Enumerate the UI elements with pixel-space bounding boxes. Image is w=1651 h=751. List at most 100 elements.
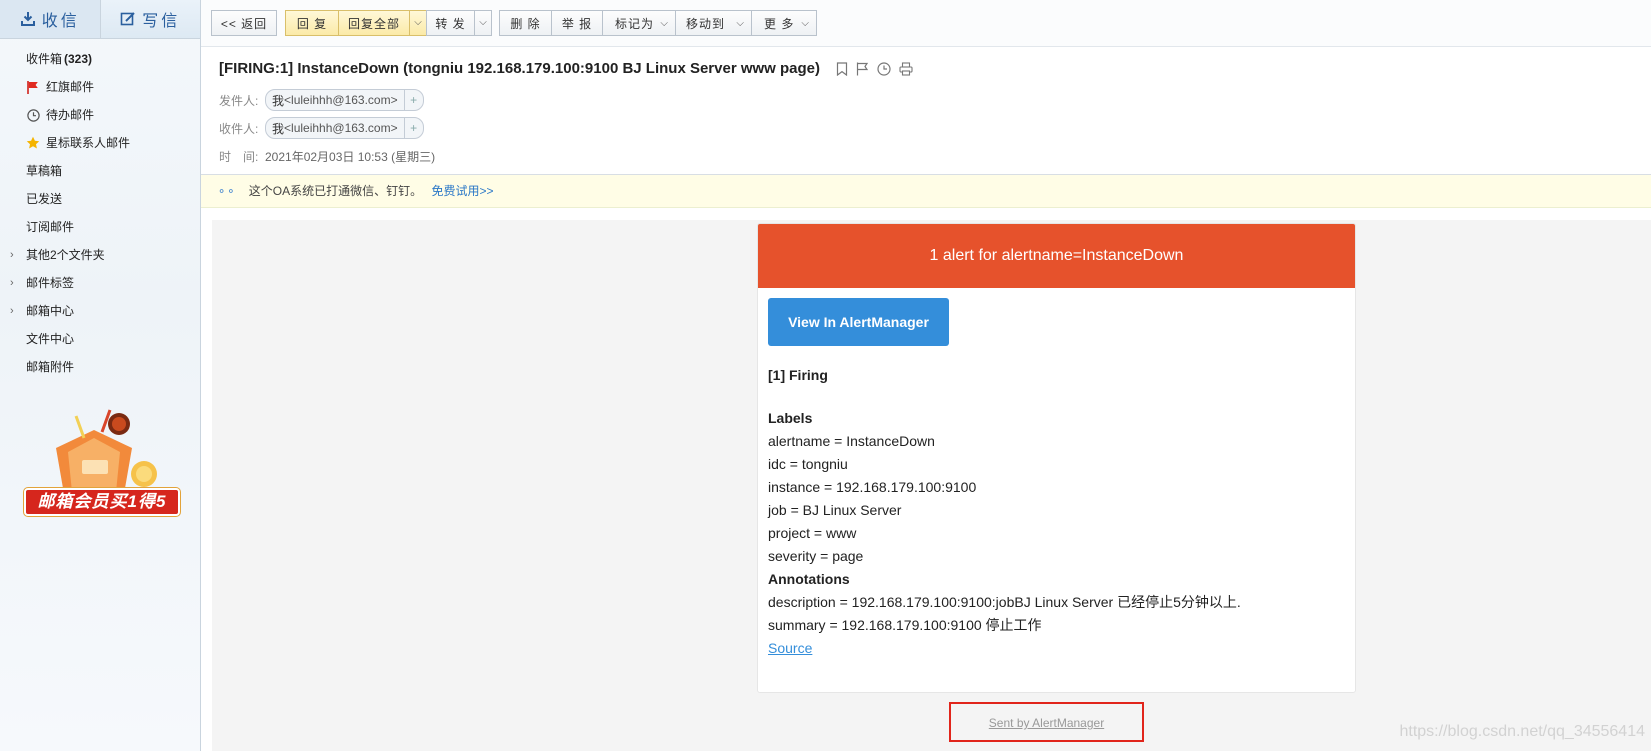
move-to-label: 移动到 xyxy=(686,17,726,31)
sidebar-item-starred-contacts[interactable]: 星标联系人邮件 xyxy=(0,129,200,157)
from-row: 发件人: 我 <luleihhh@163.com> + xyxy=(219,86,1651,114)
sidebar-item-label: 其他2个文件夹 xyxy=(26,248,105,262)
more-button[interactable]: 更 多 ⌵ xyxy=(751,10,817,36)
sidebar-item-sent[interactable]: 已发送 xyxy=(0,185,200,213)
sidebar: 收信 写信 收件箱 (323) 红旗邮件 待办邮件 星标联系人邮件 草稿箱 已发… xyxy=(0,0,201,751)
chevron-down-icon: ⌵ xyxy=(736,18,745,29)
sidebar-item-drafts[interactable]: 草稿箱 xyxy=(0,157,200,185)
chevron-down-icon: ⌵ xyxy=(801,18,810,29)
mark-as-button[interactable]: 标记为 ⌵ xyxy=(602,10,676,36)
subject-actions xyxy=(836,62,913,76)
labels-title: Labels xyxy=(768,410,813,426)
receive-mail-label: 收信 xyxy=(41,13,80,30)
inbox-download-icon xyxy=(20,12,35,26)
sidebar-item-flagged[interactable]: 红旗邮件 xyxy=(0,73,200,101)
mail-toolbar: << 返回 回 复 回复全部 ⌵ 转 发 ⌵ 删 除 举 报 标记为 ⌵ 移动到 ⌵… xyxy=(201,0,1651,47)
folder-list: 收件箱 (323) 红旗邮件 待办邮件 星标联系人邮件 草稿箱 已发送 订阅邮件… xyxy=(0,39,200,381)
sidebar-item-label: 邮件标签 xyxy=(26,276,75,290)
sidebar-item-label: 待办邮件 xyxy=(46,108,95,122)
sidebar-item-todo[interactable]: 待办邮件 xyxy=(0,101,200,129)
compose-mail-button[interactable]: 写信 xyxy=(101,0,201,38)
from-label: 发件人: xyxy=(219,93,259,108)
label-line: severity = page xyxy=(768,548,864,564)
sent-by-alertmanager-link[interactable]: Sent by AlertManager xyxy=(989,716,1104,730)
alert-body: View In AlertManager [1] Firing Labels a… xyxy=(758,288,1355,660)
more-label: 更 多 xyxy=(764,17,795,31)
annotation-line: description = 192.168.179.100:9100:jobBJ… xyxy=(768,594,1241,610)
sidebar-item-label: 星标联系人邮件 xyxy=(46,136,131,150)
label-line: job = BJ Linux Server xyxy=(768,502,902,518)
back-button[interactable]: << 返回 xyxy=(211,10,277,36)
chevron-right-icon[interactable]: › xyxy=(10,241,14,269)
sidebar-item-label: 订阅邮件 xyxy=(26,220,75,234)
alert-card: 1 alert for alertname=InstanceDown View … xyxy=(757,223,1356,693)
mail-subject-row: [FIRING:1] InstanceDown (tongniu 192.168… xyxy=(219,56,1651,82)
sidebar-top-tabs: 收信 写信 xyxy=(0,0,200,39)
clock-icon xyxy=(26,108,40,122)
sidebar-item-attachments[interactable]: 邮箱附件 xyxy=(0,353,200,381)
link-icon: ⚬⚬ xyxy=(217,186,236,198)
sidebar-item-file-center[interactable]: 文件中心 xyxy=(0,325,200,353)
add-contact-icon[interactable]: + xyxy=(403,118,423,138)
time-value: 2021年02月03日 10:53 (星期三) xyxy=(265,149,436,164)
gift-bag-illustration xyxy=(56,409,157,494)
vip-promo-banner[interactable]: 邮箱会员买1得5 xyxy=(24,408,180,520)
sidebar-item-inbox[interactable]: 收件箱 (323) xyxy=(0,45,200,73)
source-link[interactable]: Source xyxy=(768,640,812,656)
chevron-right-icon[interactable]: › xyxy=(10,269,14,297)
reply-all-button[interactable]: 回复全部 xyxy=(338,10,410,36)
sidebar-item-label: 草稿箱 xyxy=(26,164,63,178)
recipient-chip[interactable]: 我 <luleihhh@163.com> + xyxy=(265,117,424,139)
sidebar-item-label: 收件箱 xyxy=(26,52,63,66)
sidebar-item-label: 红旗邮件 xyxy=(46,80,95,94)
sidebar-item-label: 邮箱中心 xyxy=(26,304,75,318)
flag-icon[interactable] xyxy=(856,62,869,76)
annotations-title: Annotations xyxy=(768,571,850,587)
to-label: 收件人: xyxy=(219,121,259,136)
annotation-line: summary = 192.168.179.100:9100 停止工作 xyxy=(768,617,1042,633)
move-to-button[interactable]: 移动到 ⌵ xyxy=(675,10,752,36)
recipient-address: <luleihhh@163.com> xyxy=(284,121,398,135)
clock-reminder-icon[interactable] xyxy=(877,62,891,76)
delete-button[interactable]: 删 除 xyxy=(499,10,552,36)
print-icon[interactable] xyxy=(899,62,913,76)
report-button[interactable]: 举 报 xyxy=(551,10,603,36)
add-contact-icon[interactable]: + xyxy=(403,90,423,110)
free-trial-link[interactable]: 免费试用>> xyxy=(431,184,493,198)
mail-header: [FIRING:1] InstanceDown (tongniu 192.168… xyxy=(219,56,1651,170)
sender-chip[interactable]: 我 <luleihhh@163.com> + xyxy=(265,89,424,111)
star-icon xyxy=(26,136,40,150)
recipient-name: 我 xyxy=(272,121,285,136)
to-row: 收件人: 我 <luleihhh@163.com> + xyxy=(219,114,1651,142)
label-line: project = www xyxy=(768,525,857,541)
bookmark-icon[interactable] xyxy=(836,62,848,76)
chevron-down-icon: ⌵ xyxy=(479,17,487,28)
reply-all-dropdown[interactable]: ⌵ xyxy=(409,10,427,36)
chevron-down-icon: ⌵ xyxy=(660,18,669,29)
forward-button[interactable]: 转 发 xyxy=(426,10,475,36)
alert-header: 1 alert for alertname=InstanceDown xyxy=(758,224,1355,288)
sidebar-item-label: 已发送 xyxy=(26,192,63,206)
receive-mail-button[interactable]: 收信 xyxy=(0,0,101,38)
sidebar-item-label: 文件中心 xyxy=(26,332,75,346)
view-in-alertmanager-button[interactable]: View In AlertManager xyxy=(768,298,949,346)
oa-notice-bar: ⚬⚬ 这个OA系统已打通微信、钉钉。 免费试用>> xyxy=(201,174,1651,208)
sidebar-item-subscriptions[interactable]: 订阅邮件 xyxy=(0,213,200,241)
reply-button[interactable]: 回 复 xyxy=(285,10,339,36)
mark-as-label: 标记为 xyxy=(615,17,655,31)
red-flag-icon xyxy=(26,80,40,94)
sender-name: 我 xyxy=(272,93,285,108)
chevron-down-icon: ⌵ xyxy=(414,17,422,28)
sidebar-item-mail-tags[interactable]: › 邮件标签 xyxy=(0,269,200,297)
notice-text: 这个OA系统已打通微信、钉钉。 xyxy=(248,184,423,198)
sidebar-item-mail-center[interactable]: › 邮箱中心 xyxy=(0,297,200,325)
time-row: 时 间: 2021年02月03日 10:53 (星期三) xyxy=(219,142,1651,170)
firing-title: [1] Firing xyxy=(768,367,828,383)
sender-address: <luleihhh@163.com> xyxy=(284,93,398,107)
forward-dropdown[interactable]: ⌵ xyxy=(474,10,492,36)
sidebar-item-other-folders[interactable]: › 其他2个文件夹 xyxy=(0,241,200,269)
time-label: 时 间: xyxy=(219,149,259,164)
sent-by-highlight-box: Sent by AlertManager xyxy=(949,702,1144,742)
label-line: idc = tongniu xyxy=(768,456,848,472)
chevron-right-icon[interactable]: › xyxy=(10,297,14,325)
